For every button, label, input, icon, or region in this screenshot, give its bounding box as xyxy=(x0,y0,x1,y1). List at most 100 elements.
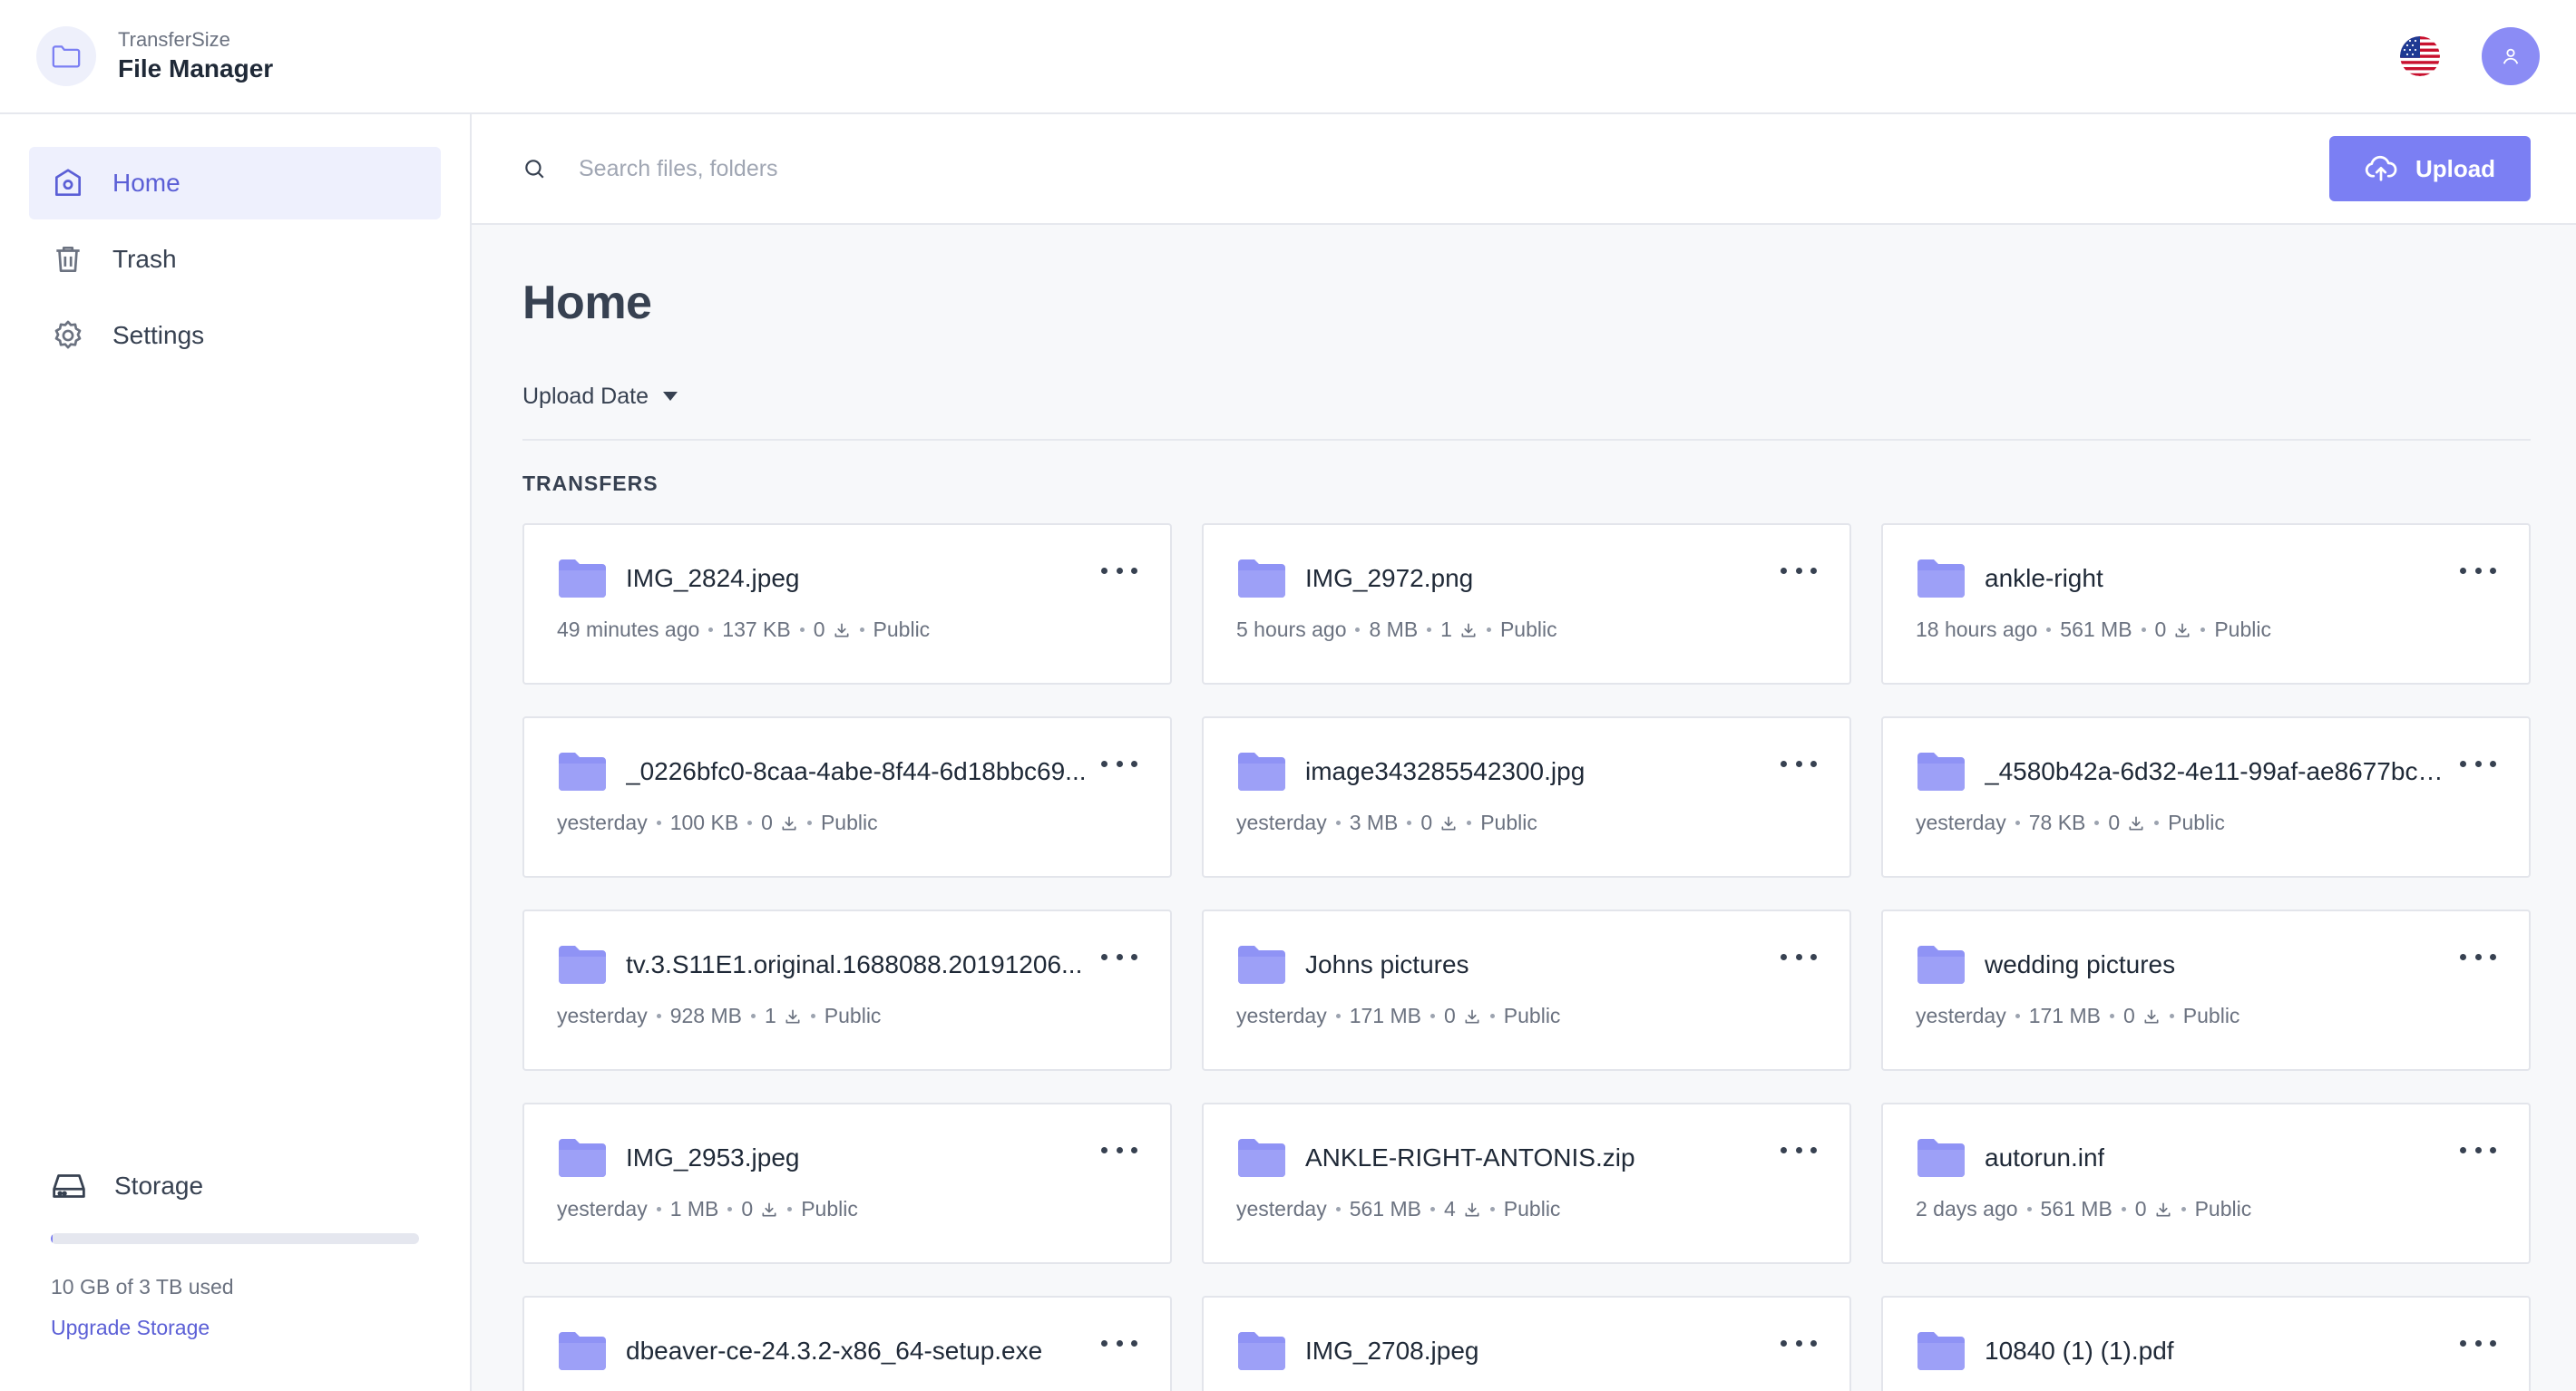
more-options-icon[interactable] xyxy=(1781,561,1817,579)
more-options-icon[interactable] xyxy=(2460,561,2496,579)
separator-dot xyxy=(2169,1014,2174,1018)
transfer-name[interactable]: _0226bfc0-8caa-4abe-8f44-6d18bbc69... xyxy=(626,757,1087,786)
more-options-icon[interactable] xyxy=(1101,1141,1137,1159)
sort-label: Upload Date xyxy=(522,383,649,409)
separator-dot xyxy=(708,627,714,632)
download-icon xyxy=(1465,1202,1479,1216)
transfer-card[interactable]: 10840 (1) (1).pdf xyxy=(1881,1296,2531,1391)
more-options-icon[interactable] xyxy=(1781,948,1817,966)
user-avatar[interactable] xyxy=(2482,27,2540,85)
separator-dot xyxy=(656,1207,661,1211)
more-options-icon[interactable] xyxy=(2460,754,2496,773)
folder-icon xyxy=(1917,1332,1965,1370)
transfer-time: yesterday xyxy=(1916,1004,2006,1027)
upload-button-label: Upload xyxy=(2415,154,2496,182)
folder-icon xyxy=(1238,1139,1285,1177)
more-options-icon[interactable] xyxy=(1781,1141,1817,1159)
separator-dot xyxy=(750,1014,756,1018)
transfer-name[interactable]: IMG_2708.jpeg xyxy=(1305,1337,1478,1366)
download-count: 1 xyxy=(1440,618,1478,642)
storage-panel: Storage 10 GB of 3 TB used Upgrade Stora… xyxy=(51,1170,423,1340)
transfer-meta: yesterday 1 MB 0 Public xyxy=(557,1197,1137,1221)
storage-progress-fill xyxy=(51,1233,53,1244)
card-header: IMG_2708.jpeg xyxy=(1236,1330,1817,1372)
more-options-icon[interactable] xyxy=(1101,754,1137,773)
upload-button[interactable]: Upload xyxy=(2329,136,2531,201)
transfer-card[interactable]: ANKLE-RIGHT-ANTONIS.zip yesterday 561 MB… xyxy=(1202,1103,1851,1264)
separator-dot xyxy=(1335,821,1341,825)
transfer-visibility: Public xyxy=(1499,618,1557,641)
transfer-card[interactable]: IMG_2972.png 5 hours ago 8 MB 1 Public xyxy=(1202,523,1851,685)
us-flag-icon[interactable] xyxy=(2400,36,2440,76)
transfer-size: 171 MB xyxy=(1349,1004,1421,1027)
search-input[interactable] xyxy=(579,155,1667,182)
more-options-icon[interactable] xyxy=(1101,561,1137,579)
transfer-card[interactable]: IMG_2824.jpeg 49 minutes ago 137 KB 0 Pu… xyxy=(522,523,1172,685)
more-options-icon[interactable] xyxy=(1781,1334,1817,1352)
sidebar-item-home[interactable]: Home xyxy=(29,147,441,219)
sidebar-item-settings[interactable]: Settings xyxy=(29,299,441,372)
transfer-name[interactable]: ankle-right xyxy=(1985,564,2103,593)
transfer-card[interactable]: _4580b42a-6d32-4e11-99af-ae8677bcb... ye… xyxy=(1881,716,2531,878)
transfer-name[interactable]: tv.3.S11E1.original.1688088.20191206... xyxy=(626,950,1082,979)
transfer-name[interactable]: _4580b42a-6d32-4e11-99af-ae8677bcb... xyxy=(1985,757,2447,786)
card-header: IMG_2972.png xyxy=(1236,558,1817,599)
transfer-card[interactable]: wedding pictures yesterday 171 MB 0 Publ… xyxy=(1881,910,2531,1071)
upgrade-storage-link[interactable]: Upgrade Storage xyxy=(51,1316,210,1340)
folder-icon xyxy=(559,753,606,791)
transfer-name[interactable]: wedding pictures xyxy=(1985,950,2175,979)
download-count: 0 xyxy=(1444,1004,1481,1028)
transfer-card[interactable]: dbeaver-ce-24.3.2-x86_64-setup.exe xyxy=(522,1296,1172,1391)
transfer-card[interactable]: autorun.inf 2 days ago 561 MB 0 Public xyxy=(1881,1103,2531,1264)
more-options-icon[interactable] xyxy=(2460,948,2496,966)
more-options-icon[interactable] xyxy=(1101,948,1137,966)
sidebar-item-label: Home xyxy=(112,169,181,197)
card-header: dbeaver-ce-24.3.2-x86_64-setup.exe xyxy=(557,1330,1137,1372)
separator-dot xyxy=(2181,1207,2186,1211)
more-options-icon[interactable] xyxy=(1101,1334,1137,1352)
transfer-size: 928 MB xyxy=(669,1004,742,1027)
card-header: ankle-right xyxy=(1916,558,2496,599)
card-header: image343285542300.jpg xyxy=(1236,751,1817,793)
storage-header: Storage xyxy=(51,1170,423,1202)
transfer-name[interactable]: IMG_2824.jpeg xyxy=(626,564,799,593)
transfer-time: yesterday xyxy=(557,811,648,834)
transfer-visibility: Public xyxy=(2214,618,2271,641)
transfer-card[interactable]: image343285542300.jpg yesterday 3 MB 0 P… xyxy=(1202,716,1851,878)
separator-dot xyxy=(2015,821,2020,825)
storage-used-text: 10 GB of 3 TB used xyxy=(51,1275,234,1299)
transfer-name[interactable]: 10840 (1) (1).pdf xyxy=(1985,1337,2174,1366)
sidebar-item-trash[interactable]: Trash xyxy=(29,223,441,296)
transfer-card[interactable]: _0226bfc0-8caa-4abe-8f44-6d18bbc69... ye… xyxy=(522,716,1172,878)
transfer-name[interactable]: Johns pictures xyxy=(1305,950,1469,979)
transfer-name[interactable]: IMG_2972.png xyxy=(1305,564,1473,593)
transfer-name[interactable]: ANKLE-RIGHT-ANTONIS.zip xyxy=(1305,1143,1635,1172)
more-options-icon[interactable] xyxy=(2460,1334,2496,1352)
transfer-time: yesterday xyxy=(1236,1004,1327,1027)
transfer-time: 49 minutes ago xyxy=(557,618,700,641)
transfer-size: 1 MB xyxy=(669,1197,719,1221)
sort-dropdown[interactable]: Upload Date xyxy=(522,384,679,410)
more-options-icon[interactable] xyxy=(2460,1141,2496,1159)
separator-dot xyxy=(859,627,864,632)
transfer-visibility: Public xyxy=(1480,811,1537,834)
transfer-meta: yesterday 928 MB 1 Public xyxy=(557,1004,1137,1028)
transfer-name[interactable]: autorun.inf xyxy=(1985,1143,2104,1172)
transfer-name[interactable]: IMG_2953.jpeg xyxy=(626,1143,799,1172)
separator-dot xyxy=(1407,821,1412,825)
separator-dot xyxy=(1427,627,1432,632)
download-count: 0 xyxy=(761,811,798,835)
transfer-card[interactable]: IMG_2708.jpeg xyxy=(1202,1296,1851,1391)
top-right-controls xyxy=(2400,27,2540,85)
transfer-card[interactable]: ankle-right 18 hours ago 561 MB 0 Public xyxy=(1881,523,2531,685)
transfer-card[interactable]: tv.3.S11E1.original.1688088.20191206... … xyxy=(522,910,1172,1071)
separator-dot xyxy=(799,627,805,632)
download-icon xyxy=(2144,1009,2159,1023)
transfer-name[interactable]: dbeaver-ce-24.3.2-x86_64-setup.exe xyxy=(626,1337,1042,1366)
download-count: 4 xyxy=(1444,1197,1481,1221)
more-options-icon[interactable] xyxy=(1781,754,1817,773)
transfer-name[interactable]: image343285542300.jpg xyxy=(1305,757,1585,786)
transfer-card[interactable]: Johns pictures yesterday 171 MB 0 Public xyxy=(1202,910,1851,1071)
folder-icon xyxy=(559,1139,606,1177)
transfer-card[interactable]: IMG_2953.jpeg yesterday 1 MB 0 Public xyxy=(522,1103,1172,1264)
